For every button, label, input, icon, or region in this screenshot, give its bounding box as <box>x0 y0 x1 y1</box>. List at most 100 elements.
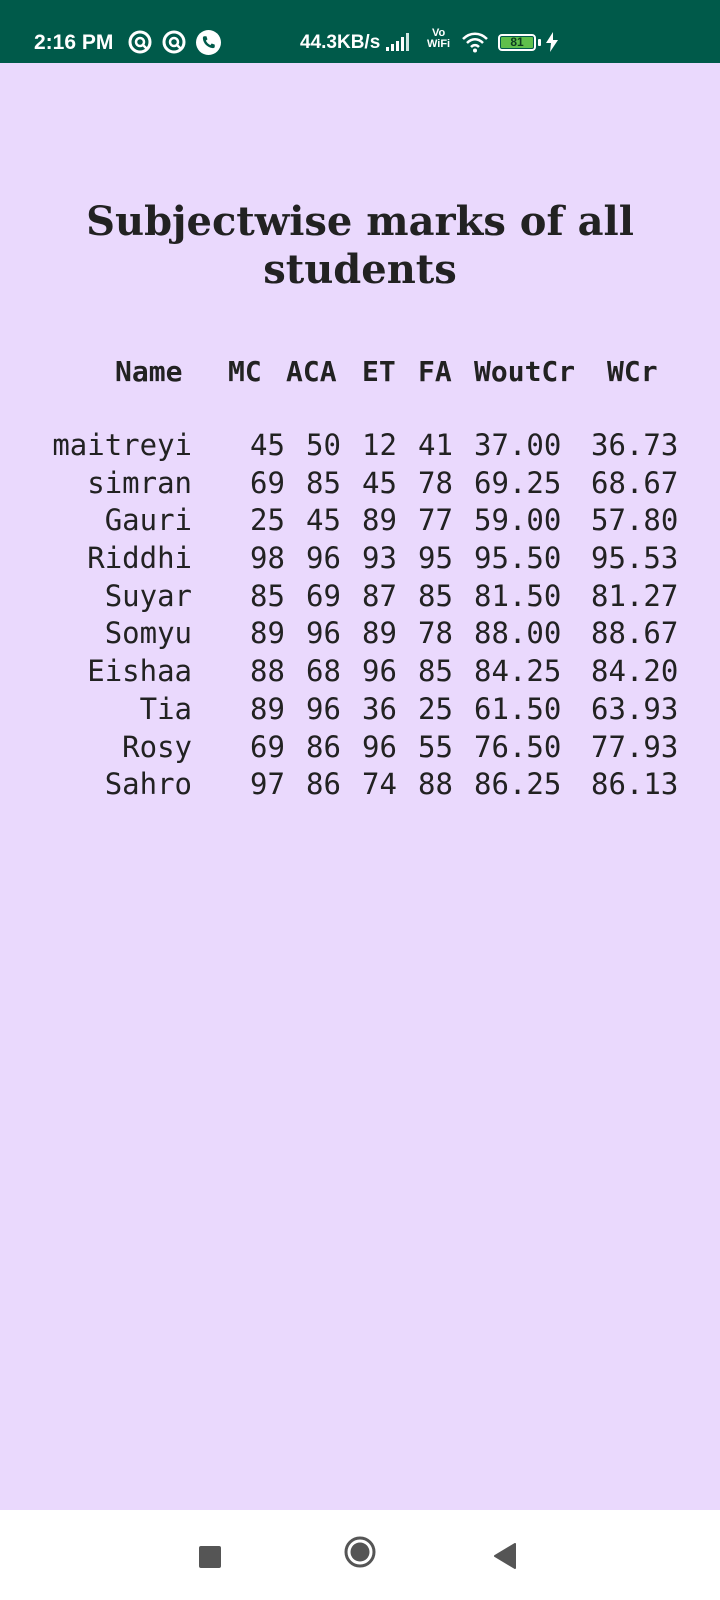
table-row: Somyu 89 96 89 78 88.00 88.67 <box>0 616 720 654</box>
aca-mark: 69 <box>306 578 341 613</box>
mc-mark: 69 <box>250 465 285 500</box>
aca-mark: 96 <box>306 616 341 651</box>
et-mark: 93 <box>362 541 397 576</box>
wcr-score: 77.93 <box>591 729 679 764</box>
aca-mark: 96 <box>306 541 341 576</box>
woutcr-score: 95.50 <box>474 541 562 576</box>
header-mc: MC <box>228 355 262 388</box>
woutcr-score: 86.25 <box>474 767 562 802</box>
wcr-score: 68.67 <box>591 465 679 500</box>
table-row: Tia 89 96 36 25 61.50 63.93 <box>0 692 720 730</box>
student-name: Tia <box>139 691 192 726</box>
table-row: Eishaa 88 68 96 85 84.25 84.20 <box>0 654 720 692</box>
et-mark: 96 <box>362 654 397 689</box>
aca-mark: 85 <box>306 465 341 500</box>
wcr-score: 81.27 <box>591 578 679 613</box>
woutcr-score: 69.25 <box>474 465 562 500</box>
mc-mark: 85 <box>250 578 285 613</box>
student-name: Somyu <box>104 616 192 651</box>
wcr-score: 57.80 <box>591 503 679 538</box>
status-bar: 2:16 PM 44.3KB/s Vo WiFi 81 <box>0 0 720 63</box>
student-name: Riddhi <box>87 541 192 576</box>
fa-mark: 55 <box>418 729 453 764</box>
et-mark: 36 <box>362 691 397 726</box>
student-name: simran <box>87 465 192 500</box>
mc-mark: 97 <box>250 767 285 802</box>
student-name: Rosy <box>122 729 192 764</box>
aca-mark: 50 <box>306 428 341 462</box>
table-row: Suyar 85 69 87 85 81.50 81.27 <box>0 579 720 617</box>
vowifi-indicator: Vo WiFi <box>427 28 450 50</box>
wcr-score: 63.93 <box>591 691 679 726</box>
et-mark: 74 <box>362 767 397 802</box>
wcr-score: 36.73 <box>591 428 679 462</box>
woutcr-score: 84.25 <box>474 654 562 689</box>
signal-icon <box>386 33 412 56</box>
back-button[interactable] <box>494 1543 516 1574</box>
student-name: Gauri <box>104 503 192 538</box>
header-wcr: WCr <box>607 355 658 388</box>
recents-button[interactable] <box>199 1546 221 1573</box>
wcr-score: 86.13 <box>591 767 679 802</box>
fa-mark: 77 <box>418 503 453 538</box>
woutcr-score: 37.00 <box>474 428 562 462</box>
home-button[interactable] <box>344 1536 376 1573</box>
fa-mark: 25 <box>418 691 453 726</box>
table-row: Gauri 25 45 89 77 59.00 57.80 <box>0 503 720 541</box>
student-name: Suyar <box>104 578 192 613</box>
navigation-bar <box>0 1510 720 1600</box>
et-mark: 45 <box>362 465 397 500</box>
mc-mark: 69 <box>250 729 285 764</box>
table-row: Riddhi 98 96 93 95 95.50 95.53 <box>0 541 720 579</box>
et-mark: 89 <box>362 503 397 538</box>
header-et: ET <box>362 355 396 388</box>
student-name: Eishaa <box>87 654 192 689</box>
woutcr-score: 88.00 <box>474 616 562 651</box>
vowifi-bottom: WiFi <box>427 38 451 50</box>
header-fa: FA <box>418 355 452 388</box>
et-mark: 12 <box>362 428 397 462</box>
woutcr-score: 81.50 <box>474 578 562 613</box>
network-speed: 44.3KB/s <box>300 32 381 53</box>
wcr-score: 95.53 <box>591 541 679 576</box>
et-mark: 96 <box>362 729 397 764</box>
header-woutcr: WoutCr <box>474 355 576 388</box>
battery-tip <box>538 39 541 46</box>
student-name: maitreyi <box>52 428 192 462</box>
fa-mark: 78 <box>418 616 453 651</box>
aca-mark: 86 <box>306 767 341 802</box>
fa-mark: 41 <box>418 428 453 462</box>
table-row: Rosy 69 86 96 55 76.50 77.93 <box>0 730 720 768</box>
woutcr-score: 76.50 <box>474 729 562 764</box>
circle-icon <box>344 1536 376 1568</box>
status-time: 2:16 PM <box>34 31 114 54</box>
mc-mark: 89 <box>250 691 285 726</box>
battery-level: 81 <box>501 36 533 48</box>
wcr-score: 88.67 <box>591 616 679 651</box>
woutcr-score: 61.50 <box>474 691 562 726</box>
charging-icon <box>545 32 559 57</box>
mc-mark: 25 <box>250 503 285 538</box>
aca-mark: 68 <box>306 654 341 689</box>
header-name: Name <box>115 355 183 388</box>
square-icon <box>199 1546 221 1568</box>
phone-icon <box>196 30 221 60</box>
wifi-icon <box>461 31 489 58</box>
wcr-score: 84.20 <box>591 654 679 689</box>
mc-mark: 45 <box>250 428 285 462</box>
fa-mark: 85 <box>418 654 453 689</box>
aca-mark: 96 <box>306 691 341 726</box>
screen: 2:16 PM 44.3KB/s Vo WiFi 81 Subjectwise … <box>0 0 720 1600</box>
page-title: Subjectwise marks of all students <box>86 198 634 293</box>
table-row: Sahro 97 86 74 88 86.25 86.13 <box>0 767 720 805</box>
back-triangle-icon <box>494 1543 516 1569</box>
mc-mark: 88 <box>250 654 285 689</box>
fa-mark: 95 <box>418 541 453 576</box>
woutcr-score: 59.00 <box>474 503 562 538</box>
fa-mark: 78 <box>418 465 453 500</box>
et-mark: 87 <box>362 578 397 613</box>
mc-mark: 98 <box>250 541 285 576</box>
battery-icon: 81 <box>498 34 536 51</box>
location-icon <box>162 30 186 59</box>
fa-mark: 88 <box>418 767 453 802</box>
